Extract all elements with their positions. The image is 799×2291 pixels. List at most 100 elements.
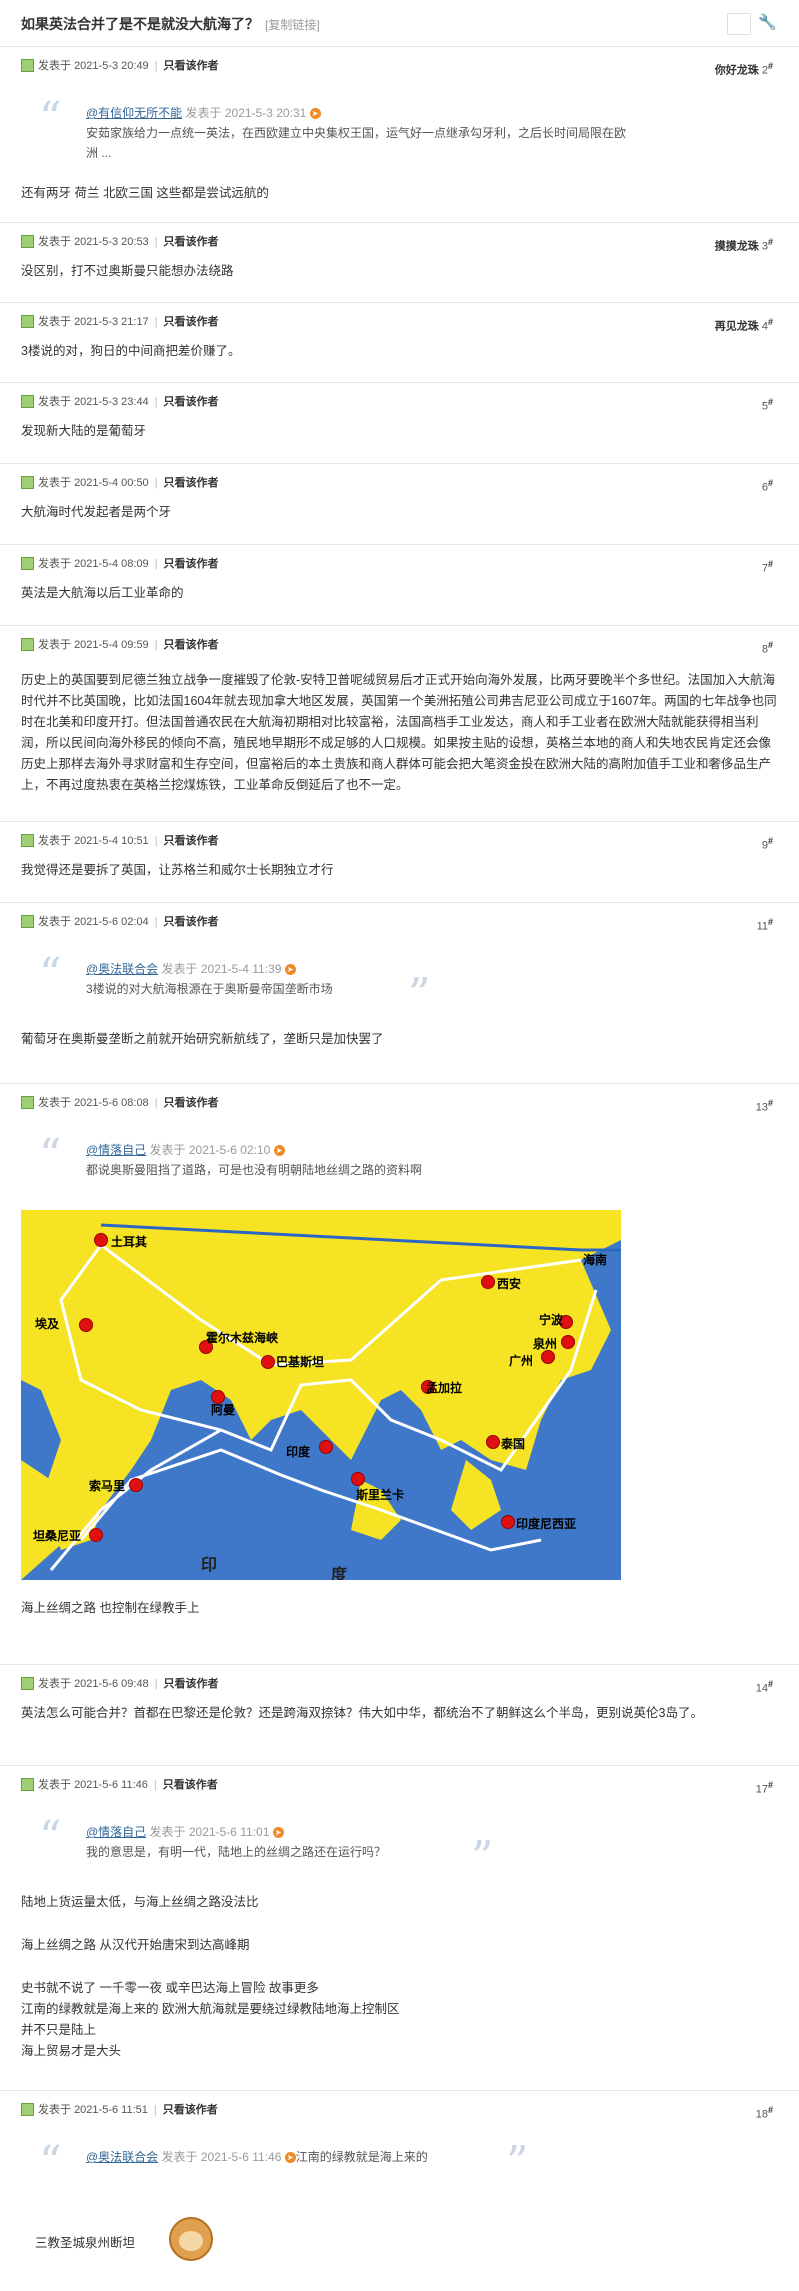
user-online-icon: [21, 394, 34, 408]
post-body: 英法是大航海以后工业革命的: [0, 583, 799, 618]
post-text: 葡萄牙在奥斯曼垄断之前就开始研究新航线了，垄断只是加快罢了: [21, 1032, 384, 1046]
quote-user-link[interactable]: @奥法联合会: [86, 2150, 158, 2164]
post: 发表于 2021-5-3 20:53 | 只看该作者 摸摸龙珠 3# 没区别，打不过…: [0, 223, 799, 303]
map-label: 斯里兰卡: [356, 1488, 405, 1502]
post-text: 我觉得还是要拆了英国，让苏格兰和威尔士长期独立才行: [21, 863, 334, 877]
silk-road-map: 土耳其 埃及 霍尔木兹海峡 巴基斯坦 阿曼 印度 孟加拉 索马里 斯里兰卡 坦桑…: [21, 1210, 621, 1580]
user-online-icon: [21, 1095, 34, 1109]
post-text: 英法怎么可能合并？首都在巴黎还是伦敦？还是跨海双捺钵？伟大如中华，都统治不了朝鲜…: [21, 1706, 703, 1720]
quote-jump-icon[interactable]: ➤: [284, 2152, 296, 2164]
post-text: 没区别，打不过奥斯曼只能想办法绕路: [21, 264, 234, 278]
only-author-link[interactable]: 只看该作者: [164, 60, 219, 72]
post-date: 2021-5-4 10:51: [74, 835, 149, 847]
quote-block: “ @奥法联合会 发表于 2021-5-4 11:39 ➤ 3楼说的对大航海根源…: [21, 947, 778, 1017]
post-body: “ @奥法联合会 发表于 2021-5-6 11:46 ➤ 江南的绿教就是海上来的…: [0, 2135, 799, 2265]
post-text: 史书就不说了 一千零一夜 或辛巴达海上冒险 故事更多: [21, 1981, 319, 1995]
quote-date: 发表于 2021-5-4 11:39: [161, 962, 282, 976]
post: 发表于 2021-5-3 20:49 | 只看该作者 你好龙珠 2# “ @有信仰无…: [0, 47, 799, 223]
post-meta: 发表于 2021-5-4 00:50 | 只看该作者 6#: [0, 464, 799, 502]
post-date: 2021-5-3 23:44: [74, 396, 149, 408]
map-label: 阿曼: [211, 1403, 236, 1417]
post: 发表于 2021-5-4 10:51 | 只看该作者 9# 我觉得还是要拆了英国，让…: [0, 822, 799, 903]
thread: 如果英法合并了是不是就没大航海了？ [复制链接] 🔧 发表于 2021-5-3 2…: [0, 0, 799, 2277]
post-date: 2021-5-6 11:46: [74, 1779, 148, 1791]
quote-text: 我的意思是，有明一代，陆地上的丝绸之路还在运行吗？: [86, 1845, 387, 1859]
post: 发表于 2021-5-3 21:17 | 只看该作者 再见龙珠 4# 3楼说的对，狗…: [0, 303, 799, 383]
post-date: 2021-5-4 08:09: [74, 558, 149, 570]
quote-jump-icon[interactable]: ➤: [272, 1827, 284, 1839]
only-author-link[interactable]: 只看该作者: [164, 236, 219, 248]
quote-jump-icon[interactable]: ➤: [309, 108, 321, 120]
map-label: 海南: [583, 1253, 608, 1267]
quote-user-link[interactable]: @情落自己: [86, 1143, 146, 1157]
quote-user-link[interactable]: @有信仰无所不能: [86, 106, 182, 120]
quote-open-icon: “: [39, 2137, 62, 2188]
post-date: 2021-5-3 20:53: [74, 236, 149, 248]
only-author-link[interactable]: 只看该作者: [163, 2104, 218, 2116]
post-text: 发现新大陆的是葡萄牙: [21, 424, 147, 438]
post-meta: 发表于 2021-5-6 02:04 | 只看该作者 11#: [0, 903, 799, 941]
quote-close-icon: ”: [506, 2137, 529, 2188]
post-meta: 发表于 2021-5-6 09:48 | 只看该作者 14#: [0, 1665, 799, 1703]
floor-number: 18#: [755, 2105, 773, 2121]
only-author-link[interactable]: 只看该作者: [164, 835, 219, 847]
user-online-icon: [21, 314, 34, 328]
floor-number: 6#: [761, 478, 773, 494]
quote-block: “ @有信仰无所不能 发表于 2021-5-3 20:31 ➤ 安茹家族给力一点…: [21, 91, 778, 169]
map-label: 西安: [497, 1277, 522, 1291]
only-author-link[interactable]: 只看该作者: [164, 396, 219, 408]
post: 发表于 2021-5-6 09:48 | 只看该作者 14# 英法怎么可能合并？首都…: [0, 1665, 799, 1766]
map-label: 索马里: [89, 1479, 126, 1493]
post-body: “ @情落自己 发表于 2021-5-6 11:01 ➤ 我的意思是，有明一代，…: [0, 1810, 799, 2076]
quote-date: 发表于 2021-5-6 11:01: [149, 1825, 270, 1839]
post-body: 发现新大陆的是葡萄牙: [0, 421, 799, 456]
post-date: 2021-5-3 20:49: [74, 60, 149, 72]
post-date: 2021-5-4 09:59: [74, 639, 149, 651]
post: 发表于 2021-5-4 08:09 | 只看该作者 7# 英法是大航海以后工业革命…: [0, 545, 799, 626]
post-text: 三教圣城泉州断坦: [35, 2236, 136, 2250]
post-meta: 发表于 2021-5-4 10:51 | 只看该作者 9#: [0, 822, 799, 860]
map-label: 宁波: [539, 1313, 564, 1327]
post-meta: 发表于 2021-5-3 20:53 | 只看该作者 摸摸龙珠 3#: [0, 223, 799, 261]
quote-user-link[interactable]: @奥法联合会: [86, 962, 158, 976]
map-label: 巴基斯坦: [276, 1355, 325, 1369]
settings-box[interactable]: [727, 13, 751, 35]
floor-number: 14#: [755, 1679, 773, 1695]
only-author-link[interactable]: 只看该作者: [164, 558, 219, 570]
post: 发表于 2021-5-6 02:04 | 只看该作者 11# “ @奥法联合会 发表…: [0, 903, 799, 1084]
quote-jump-icon[interactable]: ➤: [273, 1145, 285, 1157]
quote-open-icon: “: [39, 1812, 62, 1863]
quote-user-link[interactable]: @情落自己: [86, 1825, 146, 1839]
map-marker: [129, 1478, 143, 1492]
only-author-link[interactable]: 只看该作者: [164, 1097, 219, 1109]
map-label: 霍尔木兹海峡: [206, 1331, 279, 1345]
wrench-icon[interactable]: 🔧: [758, 13, 777, 31]
post-body: 英法怎么可能合并？首都在巴黎还是伦敦？还是跨海双捺钵？伟大如中华，都统治不了朝鲜…: [0, 1703, 799, 1738]
map-label: 印度: [286, 1445, 311, 1459]
only-author-link[interactable]: 只看该作者: [164, 916, 219, 928]
post-meta: 发表于 2021-5-4 08:09 | 只看该作者 7#: [0, 545, 799, 583]
map-label: 度: [331, 1567, 348, 1580]
only-author-link[interactable]: 只看该作者: [164, 639, 219, 651]
post-text: 并不只是陆上: [21, 2023, 97, 2037]
map-label: 土耳其: [111, 1235, 148, 1249]
copy-link[interactable]: [复制链接]: [265, 18, 320, 32]
post-text: 海上丝绸之路 从汉代开始唐宋到达高峰期: [21, 1938, 250, 1952]
thread-header: 如果英法合并了是不是就没大航海了？ [复制链接] 🔧: [0, 0, 799, 47]
map-label: 坦桑尼亚: [33, 1529, 82, 1543]
post-body: “ @情落自己 发表于 2021-5-6 02:10 ➤ 都说奥斯曼阻挡了道路，…: [0, 1128, 799, 1633]
quote-block: “ @奥法联合会 发表于 2021-5-6 11:46 ➤ 江南的绿教就是海上来的…: [21, 2135, 778, 2185]
post-text: 还有两牙 荷兰 北欧三国 这些都是尝试远航的: [21, 186, 269, 200]
post-date: 2021-5-6 11:51: [74, 2104, 148, 2116]
only-author-link[interactable]: 只看该作者: [164, 316, 219, 328]
post-meta: 发表于 2021-5-6 11:51 | 只看该作者 18#: [0, 2091, 799, 2129]
post-text: 海上贸易才是大头: [21, 2044, 122, 2058]
quote-close-icon: ”: [471, 1832, 494, 1883]
only-author-link[interactable]: 只看该作者: [163, 1779, 218, 1791]
quote-jump-icon[interactable]: ➤: [284, 964, 296, 976]
post: 发表于 2021-5-6 11:51 | 只看该作者 18# “ @奥法联合会 发表…: [0, 2091, 799, 2277]
post-date: 2021-5-3 21:17: [74, 316, 149, 328]
only-author-link[interactable]: 只看该作者: [164, 1678, 219, 1690]
quote-close-icon: ”: [408, 969, 431, 1020]
only-author-link[interactable]: 只看该作者: [164, 477, 219, 489]
